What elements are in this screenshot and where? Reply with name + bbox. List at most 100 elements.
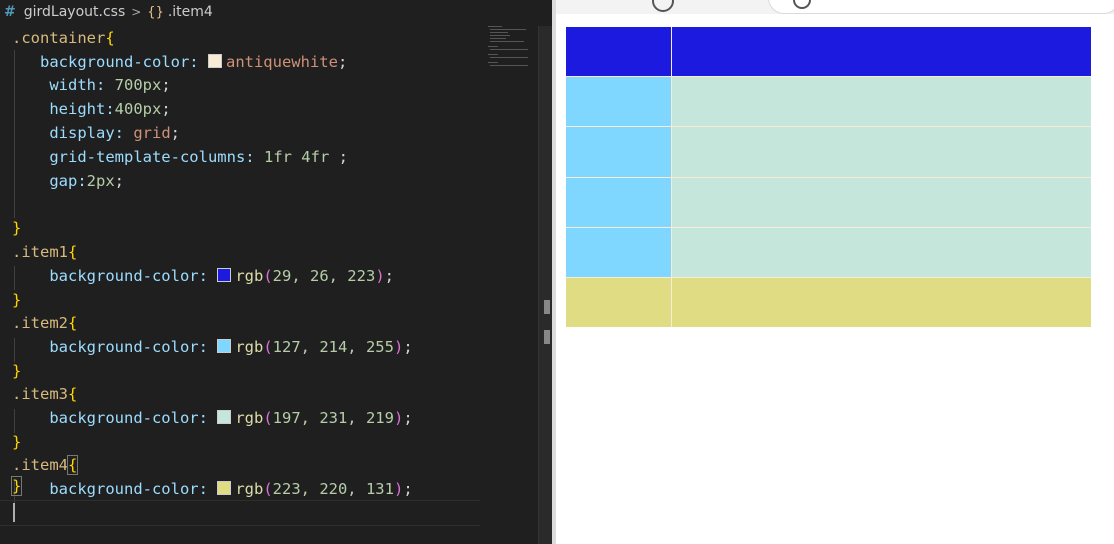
code-line: background-color: antiquewhite; [40,53,348,71]
code-line: background-color: rgb(127, 214, 255); [49,338,413,356]
open-paren: ( [263,267,273,285]
code-line: background-color: rgb(223, 220, 131); [49,480,413,498]
open-paren: ( [263,409,273,427]
property-name: background-color: [49,338,208,356]
grid-cell-item3 [671,227,1091,277]
minimap[interactable] [486,24,532,74]
color-swatch-item3[interactable] [217,410,232,424]
rgb-function: rgb [235,338,264,356]
minimap-line [488,26,502,27]
rgb-function: rgb [235,480,264,498]
rgb-function: rgb [235,267,264,285]
breadcrumb-symbol[interactable]: .item4 [168,4,213,20]
property-value: antiquewhite [225,53,338,71]
minimap-line [490,35,510,36]
property-value: 700px [114,76,162,94]
color-swatch-item2[interactable] [217,339,232,353]
grid-cell-item2 [566,127,671,177]
code-line: display: grid; [49,124,180,142]
grid-cell-item3 [671,77,1091,127]
browser-toolbar [556,0,1114,14]
current-line-highlight [0,500,480,526]
container-selector: .container [12,29,106,47]
minimap-line [490,41,524,42]
browser-preview [556,0,1114,544]
code-line: background-color: rgb(29, 26, 223); [49,267,394,285]
code-area[interactable]: .container{ background-color: antiquewhi… [0,26,500,536]
grid-cell-item2 [566,77,671,127]
close-paren: ) [393,409,404,427]
code-line: gap:2px; [49,172,124,190]
code-editor[interactable]: # girdLayout.css > {} .item4 .container{… [0,0,555,544]
property-name: gap: [49,172,87,190]
open-brace: { [68,314,78,332]
color-swatch-item4[interactable] [217,481,232,495]
color-swatch-item1[interactable] [217,268,232,282]
code-line: .container{ [12,26,115,50]
minimap-line [490,38,506,39]
site-info-icon[interactable] [793,0,811,9]
property-value: 1fr 4fr [263,148,330,166]
property-value: grid [133,124,171,142]
minimap-line [490,57,528,58]
close-brace: } [12,433,22,451]
rgb-function: rgb [235,409,264,427]
minimap-line [488,54,498,55]
code-line: } [12,288,21,312]
editor-scrollbar[interactable] [538,26,553,544]
grid-cell-item2 [566,227,671,277]
code-line: } [12,359,21,383]
breadcrumb-separator-icon: > [131,5,142,19]
code-line: } [10,474,23,498]
rgb-values: 223, 220, 131 [272,480,394,498]
rgb-values: 29, 26, 223 [272,267,376,285]
property-name: display: [49,124,124,142]
code-line: background-color: rgb(197, 231, 219); [49,409,413,427]
grid-cell-item1 [671,27,1091,77]
minimap-line [490,49,528,50]
property-name: width: [49,76,106,94]
grid-container [566,27,1091,327]
item4-selector: .item4 [12,456,68,474]
close-paren: ) [375,267,385,285]
code-line: grid-template-columns: 1fr 4fr ; [49,148,348,166]
grid-cell-item1 [566,27,671,77]
breadcrumb-file[interactable]: girdLayout.css [24,4,126,20]
code-line: .item4{ [12,453,79,477]
code-line: .item3{ [12,382,77,406]
property-name: background-color: [49,480,208,498]
selector-symbol-icon: {} [147,4,164,20]
property-name: height: [49,100,115,118]
close-brace: } [12,219,22,237]
close-paren: ) [393,338,404,356]
scrollbar-marker [544,300,550,314]
grid-cell-item4 [671,277,1091,327]
item2-selector: .item2 [12,314,68,332]
property-name: background-color: [40,53,199,71]
color-swatch-antiquewhite[interactable] [207,54,222,68]
grid-cell-item2 [566,177,671,227]
refresh-icon[interactable] [652,0,674,12]
open-brace: { [66,455,79,475]
minimap-line [488,62,498,63]
scrollbar-marker [544,330,550,344]
open-brace: { [68,385,78,403]
text-caret [13,503,15,522]
address-bar[interactable] [768,0,1114,14]
minimap-line [488,46,498,47]
property-name: background-color: [49,267,208,285]
close-brace: } [12,291,22,309]
code-line: .item2{ [12,311,77,335]
code-line: height:400px; [49,100,171,118]
rgb-values: 197, 231, 219 [272,409,394,427]
code-line: .item1{ [12,240,77,264]
property-value: 2px [86,172,115,190]
css-file-icon: # [4,4,16,20]
minimap-line [490,29,526,30]
minimap-line [490,32,508,33]
close-paren: ) [393,480,404,498]
code-line: width: 700px; [49,76,171,94]
breadcrumb: # girdLayout.css > {} .item4 [0,0,555,24]
code-line: } [12,216,21,240]
code-line: } [12,430,21,454]
